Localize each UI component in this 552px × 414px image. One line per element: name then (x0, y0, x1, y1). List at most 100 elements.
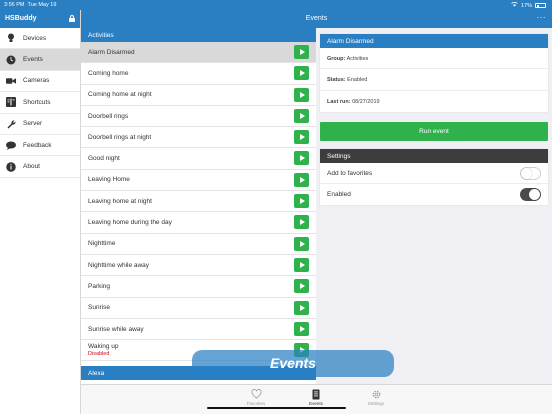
list-item[interactable]: Leaving Home (81, 170, 316, 192)
activities-list[interactable]: Activities Alarm Disarmed Coming home Comi… (81, 28, 316, 384)
play-icon[interactable] (294, 321, 309, 336)
sidebar-item-label: Shortcuts (23, 98, 51, 106)
list-item[interactable]: Leaving home at night (81, 191, 316, 213)
play-icon[interactable] (294, 279, 309, 294)
activity-label: Coming home (88, 69, 129, 77)
activity-label: Waking up (88, 343, 119, 351)
sidebar-item-devices[interactable]: Devices (0, 28, 80, 50)
wifi-icon (511, 1, 518, 9)
play-icon[interactable] (294, 87, 309, 102)
list-item[interactable]: Parking (81, 276, 316, 298)
play-icon[interactable] (294, 236, 309, 251)
tab-events[interactable]: Events (296, 388, 336, 406)
sidebar-item-about[interactable]: About (0, 156, 80, 178)
tab-bar: Favorites Events Settings (81, 384, 552, 414)
camera-icon (6, 76, 16, 86)
list-item[interactable]: Leaving home during the day (81, 212, 316, 234)
activity-label: Nighttime (88, 240, 116, 248)
status-bar: 3:56 PM Tue May 19 17% (0, 0, 552, 10)
sidebar-item-label: Events (23, 56, 43, 64)
list-item[interactable]: Doorbell rings at night (81, 127, 316, 149)
list-item[interactable]: Sunrise while away (81, 319, 316, 341)
settings-row-label: Add to favorites (327, 169, 373, 177)
settings-row: Enabled (320, 184, 548, 205)
events-overlay-banner: Events (192, 350, 394, 377)
page-title: Events (305, 15, 328, 22)
list-item[interactable]: Nighttime (81, 234, 316, 255)
home-indicator[interactable] (207, 407, 346, 409)
sidebar-item-label: Devices (23, 34, 47, 42)
app-title-bar: HSBuddy (0, 10, 80, 28)
activity-label: Parking (88, 282, 111, 290)
more-menu-button[interactable]: ··· (537, 13, 547, 22)
enabled-toggle[interactable] (520, 188, 541, 201)
status-right: 17% (511, 1, 546, 9)
play-icon[interactable] (294, 130, 309, 145)
toggle-knob (521, 168, 532, 179)
list-item[interactable]: Doorbell rings (81, 106, 316, 128)
play-icon[interactable] (294, 45, 309, 59)
play-icon[interactable] (294, 151, 309, 166)
activity-label: Good night (88, 155, 120, 163)
run-event-button[interactable]: Run event (320, 122, 548, 141)
event-last-run: Last run: 08/27/2019 (327, 98, 380, 105)
event-detail-title: Alarm Disarmed (320, 34, 548, 48)
play-icon[interactable] (294, 108, 309, 123)
event-status: Status: Enabled (320, 69, 548, 91)
settings-title: Settings (320, 149, 548, 163)
event-detail-card: Alarm Disarmed Group: Activities Status:… (320, 34, 548, 112)
tab-favorites[interactable]: Favorites (236, 388, 276, 406)
sidebar-item-label: Cameras (23, 77, 50, 85)
event-group: Group: Activities (320, 48, 548, 70)
settings-row-label: Enabled (327, 191, 351, 198)
activity-label: Doorbell rings at night (88, 133, 152, 141)
activity-label: Nighttime while away (88, 261, 150, 269)
list-item[interactable]: Good night (81, 148, 316, 170)
play-icon[interactable] (294, 194, 309, 209)
sidebar-item-label: Feedback (23, 141, 52, 149)
list-item[interactable]: Nighttime while away (81, 255, 316, 277)
sidebar-item-server[interactable]: Server (0, 114, 80, 135)
battery-icon (535, 3, 546, 8)
sidebar-item-feedback[interactable]: Feedback (0, 135, 80, 157)
list-item[interactable]: Coming home at night (81, 85, 316, 106)
list-item[interactable]: Coming home (81, 63, 316, 85)
activity-label: Leaving Home (88, 176, 130, 184)
activity-label: Doorbell rings (88, 112, 129, 120)
play-icon[interactable] (294, 66, 309, 81)
sidebar: HSBuddy Devices Events Cameras Shortcuts Ser… (0, 10, 81, 414)
tab-settings[interactable]: Settings (356, 388, 396, 406)
section-header-activities: Activities (81, 28, 316, 42)
activity-label: Alarm Disarmed (88, 48, 135, 56)
lock-icon[interactable] (69, 15, 75, 22)
clock-icon (6, 55, 16, 65)
sidebar-item-cameras[interactable]: Cameras (0, 71, 80, 93)
play-icon[interactable] (294, 300, 309, 315)
activity-label: Coming home at night (88, 91, 152, 99)
chat-icon (6, 140, 16, 150)
list-item[interactable]: Sunrise (81, 298, 316, 319)
sidebar-item-events[interactable]: Events (0, 49, 80, 71)
list-item[interactable]: Alarm Disarmed (81, 42, 316, 64)
gear-icon (356, 388, 396, 400)
play-icon[interactable] (294, 215, 309, 230)
activity-label: Leaving home at night (88, 197, 152, 205)
top-bar: Events ··· (81, 10, 552, 28)
battery-percent: 17% (520, 2, 532, 9)
sidebar-item-shortcuts[interactable]: Shortcuts (0, 92, 80, 114)
activity-label: Leaving home during the day (88, 219, 172, 227)
list-icon (296, 388, 336, 400)
favorites-toggle[interactable] (520, 167, 541, 180)
shortcuts-icon (6, 97, 16, 108)
settings-row: Add to favorites (320, 163, 548, 184)
activity-label: Sunrise (88, 304, 111, 312)
heart-icon (236, 388, 276, 400)
sidebar-item-label: Server (23, 120, 43, 128)
info-icon (6, 161, 16, 172)
sidebar-item-label: About (23, 163, 40, 171)
settings-card: Settings Add to favorites Enabled (320, 149, 548, 205)
play-icon[interactable] (294, 257, 309, 272)
play-icon[interactable] (294, 172, 309, 187)
toggle-knob (529, 189, 540, 200)
status-time: 3:56 PM Tue May 19 (4, 2, 57, 8)
